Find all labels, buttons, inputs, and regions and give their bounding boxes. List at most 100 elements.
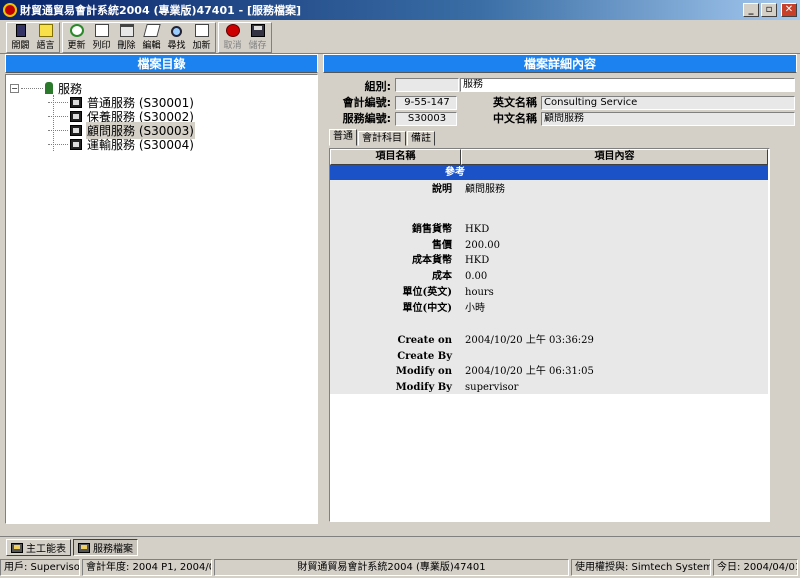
refresh-label: 更新 (67, 41, 86, 51)
group-code-field[interactable] (395, 78, 459, 92)
english-name-field[interactable]: Consulting Service (541, 96, 795, 110)
grid-row-value: supervisor (465, 382, 519, 393)
grid-body: 說明 顧問服務 銷售貨幣 HKD 售價 200.00 成本貨幣 HKD 成本 0… (330, 180, 768, 394)
chinese-name-field[interactable]: 顧問服務 (541, 112, 795, 126)
status-today: 今日: 2004/04/01 (713, 559, 798, 576)
account-code-label: 會計編號: (342, 96, 391, 109)
status-license: 使用權授與: Simtech Systems Ltd. (571, 559, 711, 576)
grid-row-modify-by[interactable]: Modify By supervisor (330, 380, 768, 395)
open-label: 開闢 (11, 41, 30, 51)
search-button[interactable]: 尋找 (164, 24, 189, 52)
language-label: 語言 (36, 41, 55, 51)
close-button[interactable]: ✕ (781, 3, 797, 17)
search-icon (171, 26, 182, 37)
grid-row-key: 售價 (432, 240, 452, 251)
toolbar-group-actions: 更新 列印 刪除 編輯 尋找 加新 (62, 22, 216, 53)
refresh-button[interactable]: 更新 (64, 24, 89, 52)
task-tab-label: 主工能表 (26, 544, 66, 555)
grid-row-value: 0.00 (465, 271, 488, 282)
grid-row-create-on[interactable]: Create on 2004/10/20 上午 03:36:29 (330, 333, 768, 348)
grid-row-cost-currency[interactable]: 成本貨幣 HKD (330, 253, 768, 268)
trash-icon (119, 24, 134, 37)
save-button[interactable]: 儲存 (245, 24, 270, 52)
grid-row-price[interactable]: 售價 200.00 (330, 238, 768, 253)
status-user: 用戶: Supervisor (0, 559, 80, 576)
tree-item-s30004[interactable]: 運輸服務 (S30004) (48, 137, 195, 152)
edit-button[interactable]: 編輯 (139, 24, 164, 52)
grid-row-value: 顧問服務 (465, 184, 505, 195)
window-icon (78, 542, 90, 553)
file-directory-header: 檔案目錄 (5, 54, 318, 73)
grid-row-description[interactable]: 說明 顧問服務 (330, 182, 768, 197)
tree-item-label: 運輸服務 (S30004) (87, 137, 194, 152)
task-tab-service-file[interactable]: 服務檔案 (73, 539, 138, 556)
language-button[interactable]: 語言 (33, 24, 58, 52)
grid-row-value: hours (465, 287, 494, 298)
status-app-name: 財貿通貿易會計系統2004 (專業版)47401 (214, 559, 569, 576)
cancel-icon (225, 24, 240, 37)
grid-row-value: HKD (465, 224, 490, 235)
grid-header-content[interactable]: 項目內容 (461, 149, 768, 165)
file-details-header: 檔案詳細內容 (323, 54, 797, 73)
grid-row-key: Modify By (395, 382, 452, 393)
print-icon (94, 24, 109, 37)
grid-row-value: HKD (465, 255, 490, 266)
collapse-icon[interactable]: − (10, 83, 19, 93)
grid-row-value: 小時 (465, 303, 485, 314)
detail-tabs: 普通 會計科目 備註 (329, 129, 436, 147)
minimize-button[interactable]: _ (743, 3, 759, 17)
group-value-field[interactable]: 服務 (460, 78, 795, 92)
service-code-field[interactable]: S30003 (395, 112, 457, 126)
grid-header: 項目名稱 項目內容 (330, 149, 769, 165)
open-button[interactable]: 開闢 (8, 24, 33, 52)
grid-row-key: 成本 (432, 271, 452, 282)
property-grid: 項目名稱 項目內容 參考 說明 顧問服務 銷售貨幣 HKD 售價 200.00 … (329, 148, 770, 522)
edit-label: 編輯 (142, 41, 161, 51)
grid-row-modify-on[interactable]: Modify on 2004/10/20 上午 06:31:05 (330, 364, 768, 379)
delete-button[interactable]: 刪除 (114, 24, 139, 52)
grid-row-key: Modify on (395, 366, 452, 377)
restore-button[interactable]: ▫ (761, 3, 777, 17)
folder-icon (45, 82, 53, 94)
grid-section-reference[interactable]: 參考 (330, 165, 768, 180)
task-tab-label: 服務檔案 (93, 544, 133, 555)
grid-row-sales-currency[interactable]: 銷售貨幣 HKD (330, 222, 768, 237)
tab-general[interactable]: 普通 (329, 129, 357, 146)
grid-row-key: 說明 (432, 184, 452, 195)
cancel-label: 取消 (223, 41, 242, 51)
app-logo-icon (3, 3, 17, 17)
status-bar: 用戶: Supervisor 會計年度: 2004 P1, 2004/04/01… (0, 559, 800, 578)
grid-row-key: 成本貨幣 (412, 255, 452, 266)
service-code-label: 服務編號: (342, 112, 391, 125)
search-label: 尋找 (167, 41, 186, 51)
edit-icon (142, 24, 161, 37)
account-code-field[interactable]: 9-55-147 (395, 96, 457, 110)
window-title: 財貿通貿易會計系統2004 (專業版)47401 - [服務檔案] (20, 4, 302, 17)
grid-row-key: 銷售貨幣 (412, 224, 452, 235)
service-item-icon (70, 124, 82, 136)
grid-row-key: Create on (397, 335, 452, 346)
print-label: 列印 (92, 41, 111, 51)
service-item-icon (70, 96, 82, 108)
grid-row-unit-chinese[interactable]: 單位(中文) 小時 (330, 301, 768, 316)
grid-row-cost[interactable]: 成本 0.00 (330, 269, 768, 284)
grid-row-key: Create By (397, 351, 452, 362)
language-icon (38, 24, 53, 37)
task-tab-main-menu[interactable]: 主工能表 (6, 539, 71, 556)
grid-row-create-by[interactable]: Create By (330, 349, 768, 364)
tree-connector (48, 115, 68, 117)
cancel-button[interactable]: 取消 (220, 24, 245, 52)
grid-row-unit-english[interactable]: 單位(英文) hours (330, 285, 768, 300)
print-button[interactable]: 列印 (89, 24, 114, 52)
toolbar-group-commit: 取消 儲存 (218, 22, 272, 53)
new-button[interactable]: 加新 (189, 24, 214, 52)
grid-header-name[interactable]: 項目名稱 (330, 149, 461, 165)
window-task-bar: 主工能表 服務檔案 (0, 536, 800, 556)
window-icon (11, 542, 23, 553)
english-name-label: 英文名稱 (493, 96, 537, 109)
tab-account-subject[interactable]: 會計科目 (358, 131, 406, 146)
service-item-icon (70, 110, 82, 122)
toolbar-group-main: 開闢 語言 (6, 22, 60, 53)
tab-remarks[interactable]: 備註 (407, 131, 435, 146)
grid-row-value: 2004/10/20 上午 06:31:05 (465, 366, 594, 377)
